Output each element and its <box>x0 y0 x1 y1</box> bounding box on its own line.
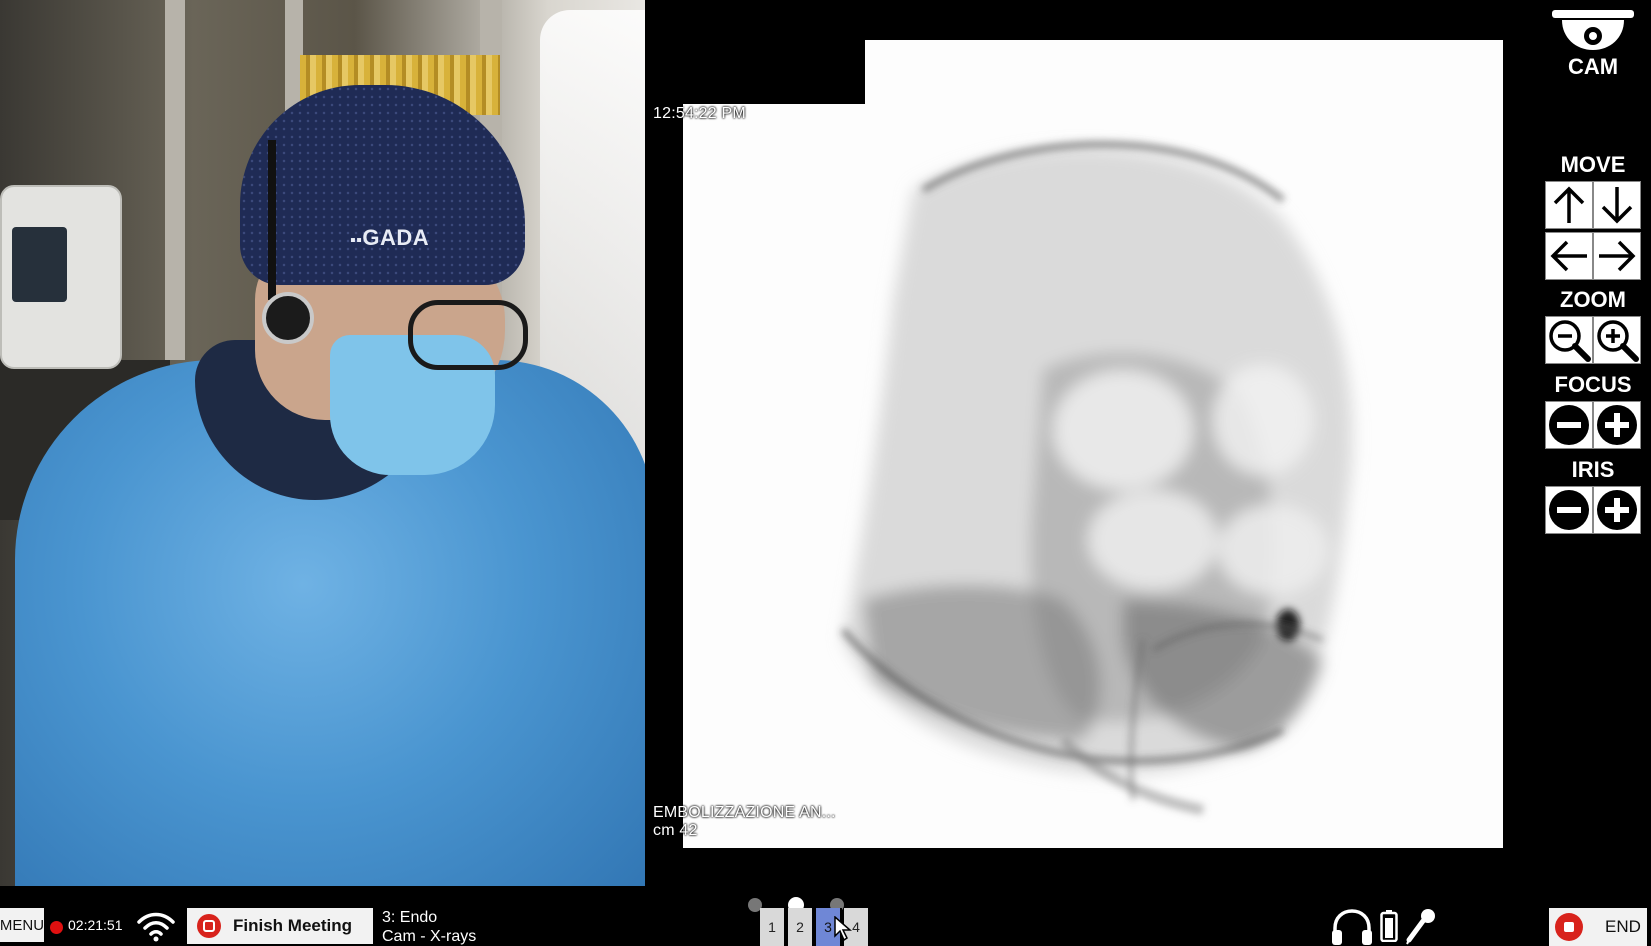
iris-title: IRIS <box>1571 457 1615 482</box>
xray-timestamp: 12:54:22 PM <box>653 105 746 122</box>
zoom-in-icon <box>1597 320 1639 362</box>
camera-control-panel: CAM MOVE ZOOM FOCUS IRIS <box>1535 0 1651 886</box>
headset-earpiece <box>262 292 314 344</box>
eyeglasses <box>408 300 528 370</box>
mouse-cursor-icon <box>834 916 852 942</box>
focus-title: FOCUS <box>1554 372 1632 397</box>
telemedicine-app: ▪▪GADA 12:54:22 PM EMBOLIZZAZIONE AN... … <box>0 0 1651 946</box>
move-down-button[interactable] <box>1593 181 1641 229</box>
iris-plus-button[interactable] <box>1593 486 1641 534</box>
camera-dome-icon <box>1552 10 1634 50</box>
cam-label: CAM <box>1567 54 1619 79</box>
headset-band <box>268 140 276 300</box>
move-left-button[interactable] <box>1545 232 1593 280</box>
minus-icon <box>1549 490 1589 530</box>
hang-up-icon <box>197 914 221 938</box>
arrow-down-icon <box>1601 187 1633 224</box>
zoom-out-icon <box>1549 320 1591 362</box>
microphone-icon[interactable] <box>1404 906 1438 946</box>
layout-tab-1[interactable]: 1 <box>760 908 786 946</box>
xray-frame-notch <box>683 40 865 104</box>
bottom-toolbar: MENU 02:21:51 Finish Meeting 3: Endo Cam… <box>0 886 1651 946</box>
layout-tab-2[interactable]: 2 <box>788 908 814 946</box>
plus-icon <box>1597 405 1637 445</box>
zoom-out-button[interactable] <box>1545 316 1593 364</box>
skull-xray-graphic <box>840 141 1353 815</box>
procedure-distance: cm 42 <box>653 822 698 839</box>
menu-button[interactable]: MENU <box>0 908 44 942</box>
battery-icon <box>1380 910 1398 942</box>
arrow-up-icon <box>1553 186 1585 223</box>
shelf-post <box>165 0 185 360</box>
minus-icon <box>1549 405 1589 445</box>
camera-video-feed: ▪▪GADA <box>0 0 645 886</box>
zoom-title: ZOOM <box>1560 287 1626 312</box>
layout-sources: Cam - X-rays <box>382 928 477 945</box>
move-up-button[interactable] <box>1545 181 1593 229</box>
end-button[interactable]: END <box>1549 908 1647 946</box>
current-layout-label: 3: Endo Cam - X-rays <box>382 908 476 946</box>
plus-icon <box>1597 490 1637 530</box>
focus-plus-button[interactable] <box>1593 401 1641 449</box>
cap-logo: ▪▪GADA <box>350 225 430 250</box>
procedure-label: EMBOLIZZAZIONE AN... cm 42 <box>653 804 836 840</box>
xray-image <box>683 40 1503 848</box>
wifi-icon <box>137 912 175 942</box>
iris-minus-button[interactable] <box>1545 486 1593 534</box>
zoom-in-button[interactable] <box>1593 316 1641 364</box>
move-title: MOVE <box>1560 152 1626 177</box>
xray-viewer: 12:54:22 PM EMBOLIZZAZIONE AN... cm 42 <box>645 0 1535 886</box>
focus-minus-button[interactable] <box>1545 401 1593 449</box>
procedure-name: EMBOLIZZAZIONE AN... <box>653 804 836 821</box>
layout-name: 3: Endo <box>382 909 438 926</box>
headphones-icon[interactable] <box>1330 908 1374 946</box>
recording-indicator <box>50 921 63 934</box>
finish-meeting-button[interactable]: Finish Meeting <box>187 908 373 944</box>
stop-icon <box>1555 913 1583 941</box>
cam-selector[interactable]: CAM <box>1543 8 1643 80</box>
end-label: END <box>1605 917 1641 936</box>
move-right-button[interactable] <box>1593 232 1641 280</box>
finish-meeting-label: Finish Meeting <box>233 916 352 935</box>
infusion-pump <box>0 185 122 369</box>
arrow-right-icon <box>1599 240 1636 272</box>
meeting-timer: 02:21:51 <box>68 917 123 933</box>
arrow-left-icon <box>1550 240 1587 272</box>
